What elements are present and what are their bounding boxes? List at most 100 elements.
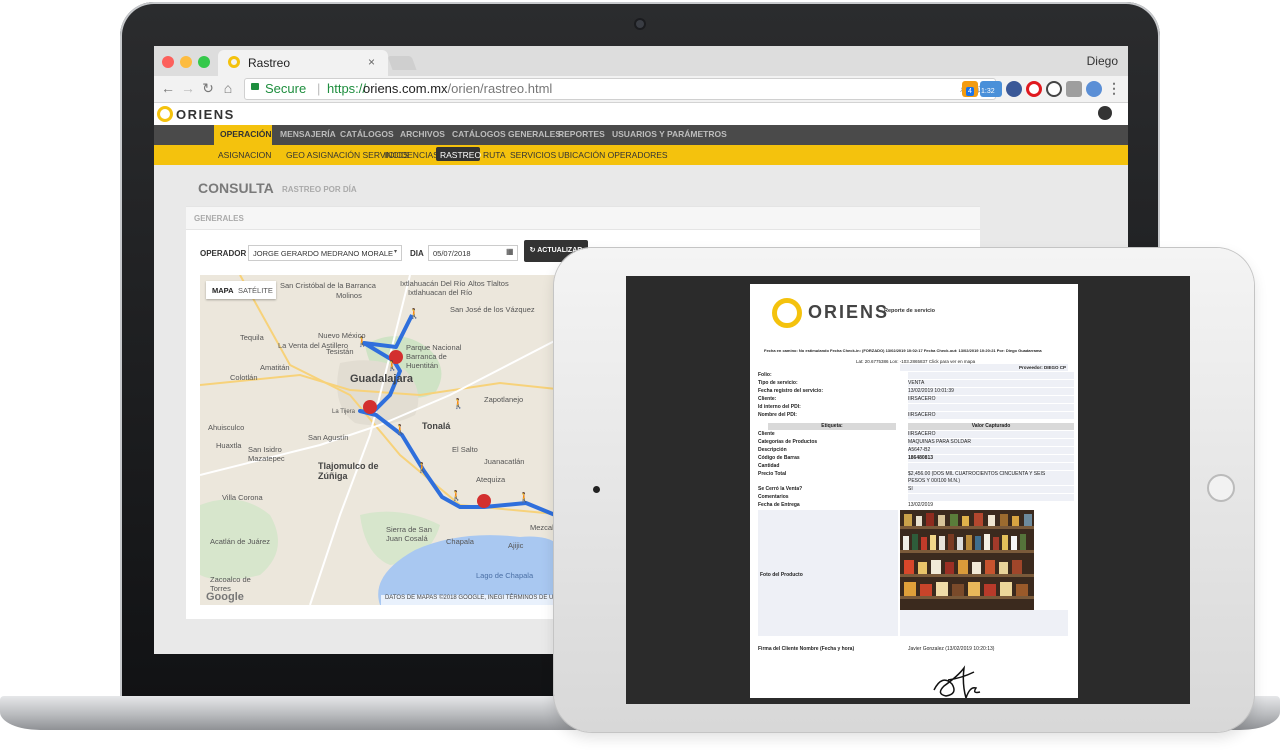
account-icon[interactable] bbox=[1098, 106, 1112, 120]
primary-menu: OPERACIÓN MENSAJERÍA CATÁLOGOS ARCHIVOS … bbox=[154, 125, 1128, 145]
map-place: Ahuisculco bbox=[208, 423, 245, 432]
minimize-window-icon[interactable] bbox=[180, 56, 192, 68]
signature-stroke bbox=[933, 665, 981, 698]
route-map[interactable]: 🚶 🚶 🚶 🚶 🚶 🚶 🚶 🚶 Ixtlahuacán Del Río Ixtl… bbox=[200, 275, 566, 605]
captured-row: Cliente IIRSACERO bbox=[758, 431, 1074, 438]
tab-title: Rastreo bbox=[248, 56, 291, 70]
row-label: Cliente bbox=[758, 431, 775, 437]
submenu-ruta[interactable]: RUTA bbox=[483, 150, 506, 160]
info-icon[interactable] bbox=[1046, 81, 1062, 97]
menu-item-archivos[interactable]: ARCHIVOS bbox=[400, 129, 445, 139]
map-place: Zapotlanejo bbox=[484, 395, 524, 404]
forward-arrow-icon[interactable]: → bbox=[180, 80, 196, 96]
url-host: oriens.com.mx bbox=[363, 81, 448, 96]
secure-label: Secure bbox=[265, 81, 307, 96]
shelf bbox=[900, 596, 1034, 599]
more-menu-icon[interactable]: ⋮ bbox=[1106, 80, 1122, 97]
panel-title: GENERALES bbox=[194, 214, 244, 223]
captured-header: Etiqueta: Valor Capturado bbox=[758, 423, 1074, 430]
map-type-map[interactable]: MAPA bbox=[212, 286, 234, 295]
address-bar[interactable]: Secure | https:// oriens.com.mx/orien/ra… bbox=[244, 78, 996, 100]
map-attribution[interactable]: DATOS DE MAPAS ©2018 GOOGLE, INEGI TÉRMI… bbox=[380, 595, 566, 605]
extension-icon[interactable]: 4 bbox=[962, 81, 978, 97]
row-label: Código de Barras bbox=[758, 455, 800, 461]
row-value: VENTA bbox=[908, 380, 1074, 387]
extension-timer-icon[interactable]: 1:32 bbox=[980, 81, 1002, 97]
walker-marker-icon[interactable]: 🚶 bbox=[386, 361, 398, 372]
menu-item-catalogos[interactable]: CATÁLOGOS bbox=[340, 129, 394, 139]
extension-blue-icon[interactable] bbox=[1006, 81, 1022, 97]
menu-item-operacion[interactable]: OPERACIÓN bbox=[220, 129, 271, 139]
maximize-window-icon[interactable] bbox=[198, 56, 210, 68]
row-label: Tipo de servicio: bbox=[758, 380, 798, 386]
walker-marker-icon[interactable]: 🚶 bbox=[450, 491, 462, 502]
submenu-servicios[interactable]: SERVICIOS bbox=[510, 150, 556, 160]
submenu-asignacion[interactable]: ASIGNACION bbox=[218, 150, 271, 160]
captured-row: Precio Total $2,456.00 (DOS MIL CUATROCIE… bbox=[758, 471, 1074, 478]
map-place: Ixtlahuacán Del Río bbox=[400, 279, 466, 288]
app-logo[interactable]: ORIENS bbox=[176, 107, 235, 122]
photo-cell-bottom bbox=[900, 610, 1068, 636]
map-type-satellite[interactable]: SATÉLITE bbox=[238, 286, 273, 295]
operador-select[interactable]: JORGE GERARDO MEDRANO MORALE bbox=[248, 245, 402, 261]
tablet-camera-icon bbox=[593, 486, 600, 493]
new-tab-button[interactable] bbox=[387, 56, 417, 70]
home-icon[interactable]: ⌂ bbox=[220, 80, 236, 96]
signature-row: Firma del Cliente Nombre (Fecha y hora) … bbox=[758, 646, 1068, 653]
avatar-icon[interactable] bbox=[1086, 81, 1102, 97]
row-value: A5647-B2 bbox=[908, 447, 1074, 454]
menu-item-reportes[interactable]: REPORTES bbox=[558, 129, 605, 139]
row-label: Comentarios bbox=[758, 494, 789, 500]
photo-label: Foto del Producto bbox=[760, 572, 803, 578]
tab-close-icon[interactable]: × bbox=[368, 55, 375, 69]
walker-marker-icon[interactable]: 🚶 bbox=[518, 493, 530, 504]
report-title: Reporte de servicio bbox=[884, 308, 936, 314]
profile-name[interactable]: Diego bbox=[1087, 54, 1118, 68]
map-place: Chapala bbox=[446, 537, 474, 546]
menu-item-usuarios[interactable]: USUARIOS Y PARÁMETROS bbox=[612, 129, 727, 139]
puzzle-icon[interactable] bbox=[1066, 81, 1082, 97]
submenu-ubicacion-operadores[interactable]: UBICACIÓN OPERADORES bbox=[558, 150, 668, 160]
walker-marker-icon[interactable]: 🚶 bbox=[416, 463, 428, 474]
stop-marker[interactable] bbox=[477, 494, 491, 508]
row-label: Categorías de Productos bbox=[758, 439, 818, 445]
row-value: IIRSACERO bbox=[908, 412, 1074, 419]
dia-date-input[interactable]: 05/07/2018 bbox=[428, 245, 518, 261]
opera-icon[interactable] bbox=[1026, 81, 1042, 97]
calendar-icon[interactable]: ▦ bbox=[506, 247, 514, 256]
walker-marker-icon[interactable]: 🚶 bbox=[452, 399, 464, 410]
stop-marker[interactable] bbox=[363, 400, 377, 414]
map-place: Huaxtla bbox=[216, 441, 242, 450]
map-place: Juanacatlán bbox=[484, 457, 525, 466]
map-place: Altos Tlaltos bbox=[468, 279, 509, 288]
report-row: Fecha registro del servicio: 13/02/2019 1… bbox=[758, 388, 1074, 395]
shelf bbox=[900, 526, 1034, 529]
report-row: Folio: bbox=[758, 372, 1074, 379]
row-label: Fecha registro del servicio: bbox=[758, 388, 824, 394]
google-logo: Google bbox=[206, 591, 244, 603]
row-label: Se Cerró la Venta? bbox=[758, 486, 803, 492]
menu-item-mensajeria[interactable]: MENSAJERÍA bbox=[280, 129, 336, 139]
oriens-favicon-icon bbox=[228, 56, 240, 68]
oriens-logo-icon bbox=[157, 106, 173, 122]
walker-marker-icon[interactable]: 🚶 bbox=[408, 309, 420, 320]
signature-label: Firma del Cliente Nombre (Fecha y hora) bbox=[758, 646, 855, 652]
reload-icon[interactable]: ↻ bbox=[200, 80, 216, 97]
etiqueta-header: Etiqueta: bbox=[768, 423, 896, 430]
browser-tab[interactable]: Rastreo × bbox=[218, 50, 388, 76]
close-window-icon[interactable] bbox=[162, 56, 174, 68]
app-header: ORIENS bbox=[154, 103, 1128, 125]
url-text: oriens.com.mx/orien/rastreo.html bbox=[363, 81, 552, 96]
map-place: San Isidro Mazatepec bbox=[248, 445, 285, 463]
row-label: Fecha de Entrega bbox=[758, 502, 800, 508]
back-arrow-icon[interactable]: ← bbox=[160, 80, 176, 96]
submenu-rastreo[interactable]: RASTREO bbox=[440, 150, 481, 160]
walker-marker-icon[interactable]: 🚶 bbox=[394, 425, 406, 436]
captured-row: Categorías de Productos MAQUINAS PARA SOL… bbox=[758, 439, 1074, 446]
map-place: El Salto bbox=[452, 445, 478, 454]
home-button[interactable] bbox=[1207, 474, 1235, 502]
product-photo[interactable] bbox=[900, 510, 1034, 610]
url-path: /orien/rastreo.html bbox=[447, 81, 553, 96]
submenu-incidencias[interactable]: INCIDENCIAS bbox=[384, 150, 439, 160]
menu-item-catalogos-generales[interactable]: CATÁLOGOS GENERALES bbox=[452, 129, 561, 139]
